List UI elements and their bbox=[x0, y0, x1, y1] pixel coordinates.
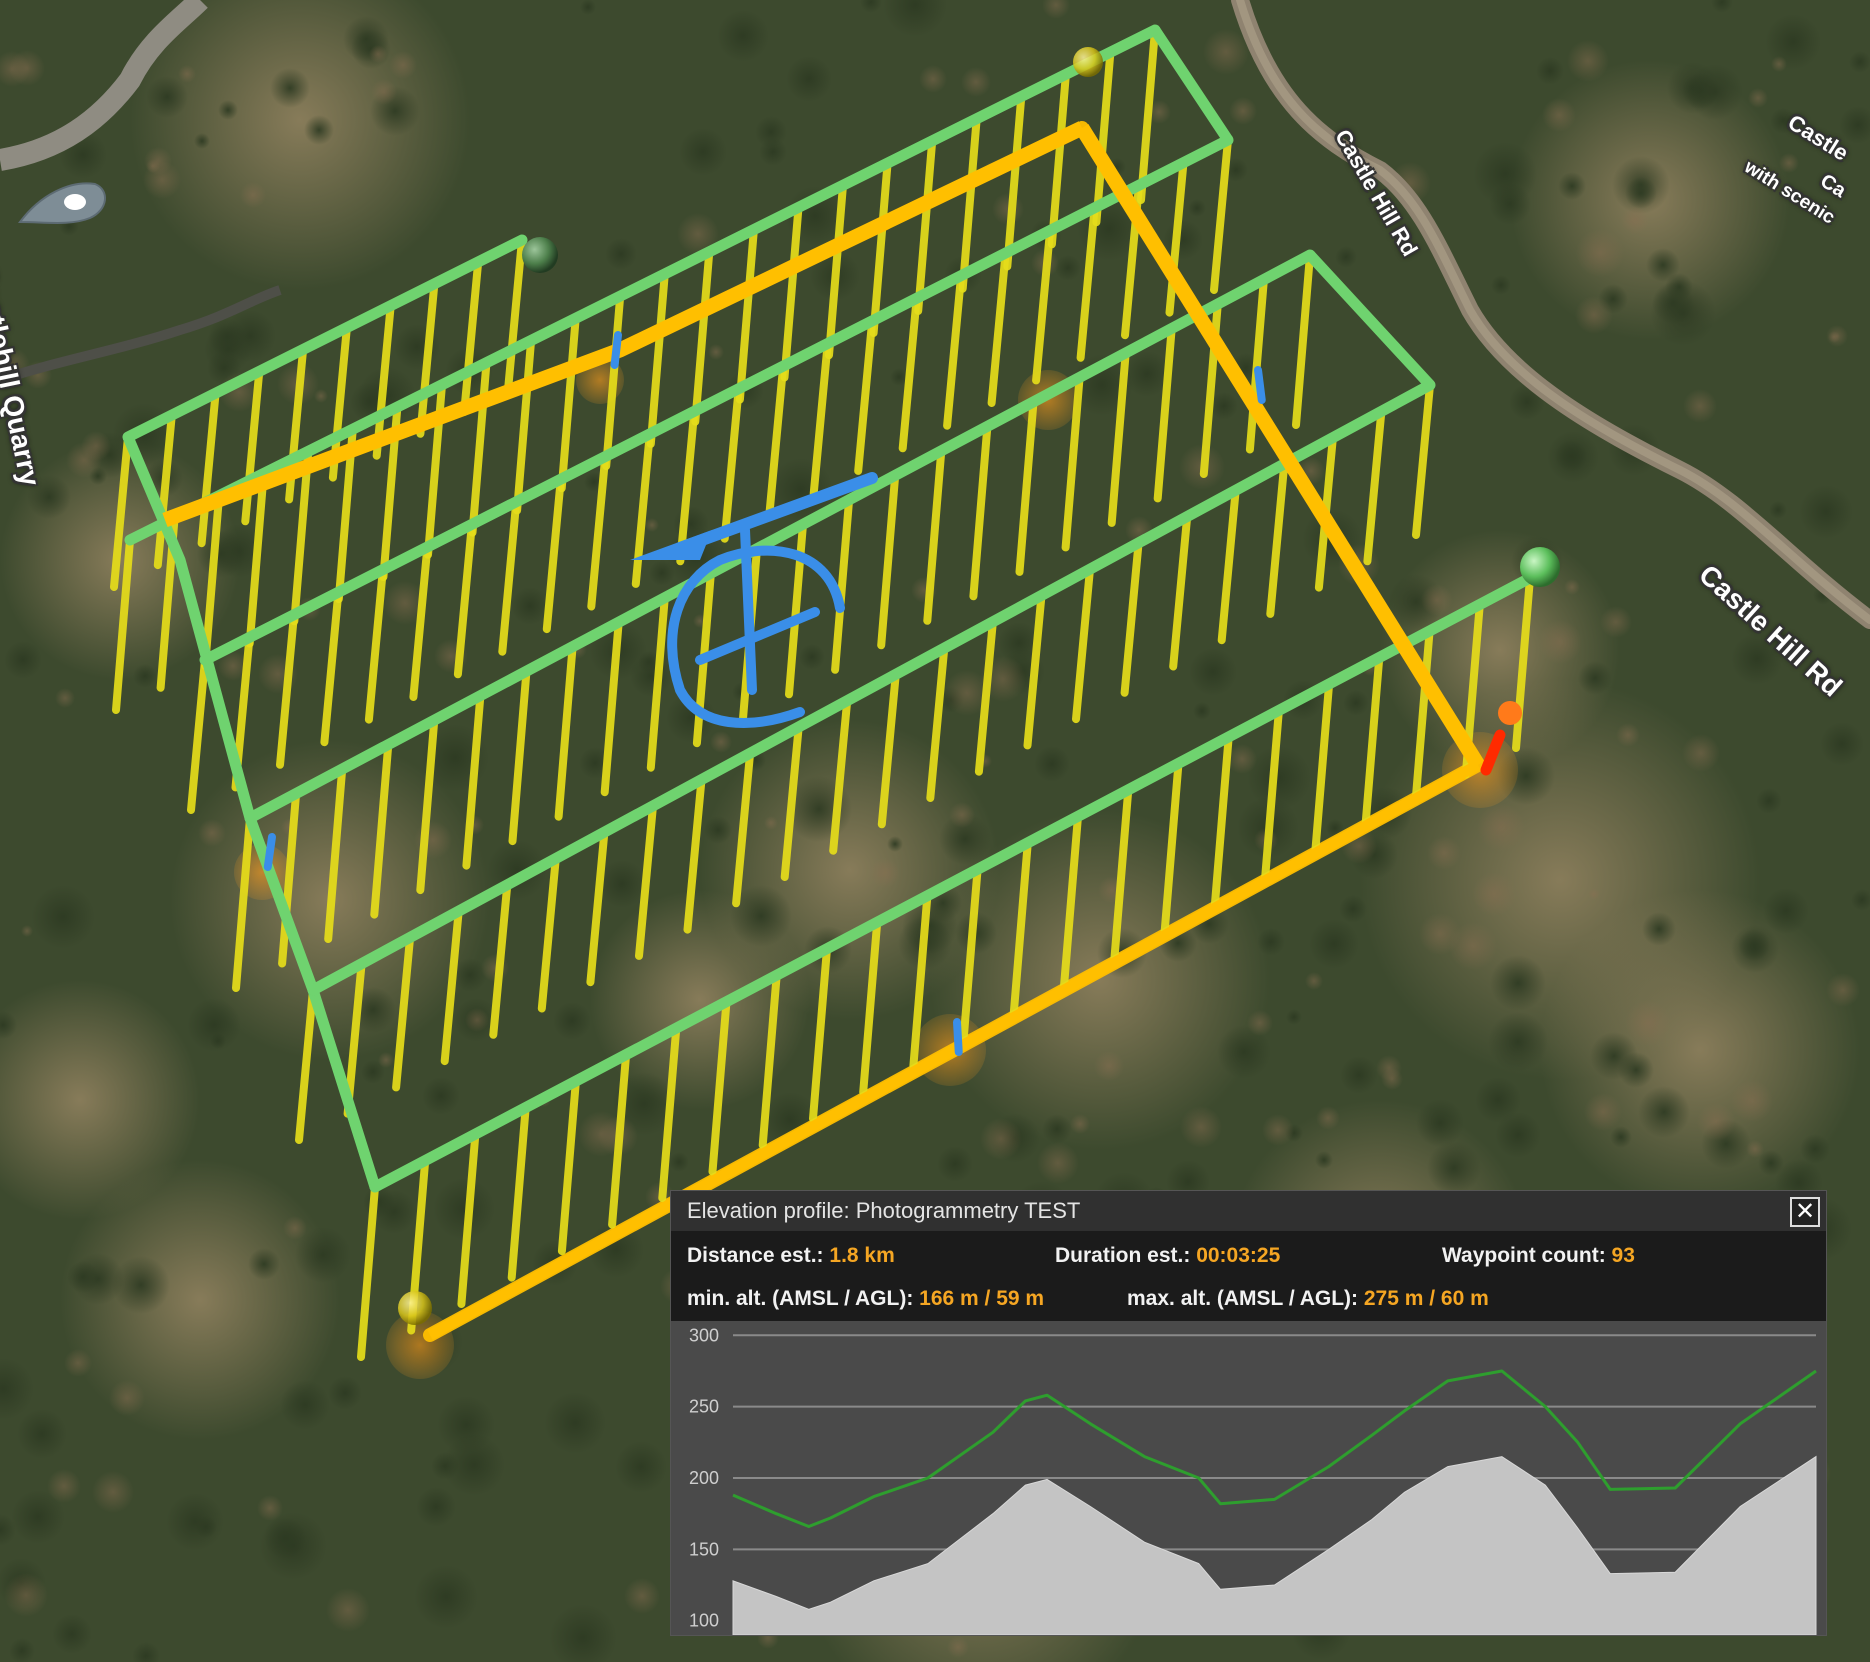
min-alt-stat: min. alt. (AMSL / AGL): 166 m / 59 m bbox=[687, 1284, 1044, 1314]
waypoint-sphere bbox=[398, 1291, 432, 1325]
waypoint-sphere bbox=[1073, 47, 1103, 77]
y-tick-label: 300 bbox=[689, 1325, 719, 1345]
panel-title: Elevation profile: Photogrammetry TEST bbox=[671, 1191, 1826, 1231]
duration-value: 00:03:25 bbox=[1196, 1244, 1281, 1267]
max-alt-label: max. alt. (AMSL / AGL): bbox=[1127, 1287, 1359, 1310]
waypoint-count-stat: Waypoint count: 93 bbox=[1442, 1241, 1635, 1271]
distance-label: Distance est.: bbox=[687, 1244, 824, 1267]
stats-row-2: min. alt. (AMSL / AGL): 166 m / 59 m max… bbox=[687, 1284, 1807, 1314]
close-icon[interactable]: ✕ bbox=[1790, 1197, 1820, 1227]
duration-stat: Duration est.: 00:03:25 bbox=[1055, 1241, 1280, 1271]
transect-end-sphere bbox=[1520, 547, 1560, 587]
elevation-chart[interactable]: 300 250 200 150 100 bbox=[671, 1321, 1826, 1635]
heading-marker bbox=[610, 331, 622, 369]
y-tick-label: 200 bbox=[689, 1468, 719, 1488]
waypoint-count-value: 93 bbox=[1611, 1244, 1635, 1267]
max-alt-value: 275 m / 60 m bbox=[1363, 1287, 1489, 1310]
transect-start-sphere bbox=[522, 237, 558, 273]
heading-marker bbox=[1254, 366, 1266, 404]
min-alt-value: 166 m / 59 m bbox=[919, 1287, 1045, 1310]
stats-row-1: Distance est.: 1.8 km Duration est.: 00:… bbox=[687, 1241, 1807, 1271]
heading-marker bbox=[953, 1018, 963, 1056]
heading-marker bbox=[263, 833, 276, 871]
y-tick-label: 250 bbox=[689, 1397, 719, 1417]
waypoint-count-label: Waypoint count: bbox=[1442, 1244, 1606, 1267]
min-alt-label: min. alt. (AMSL / AGL): bbox=[687, 1287, 914, 1310]
elevation-profile-panel: Elevation profile: Photogrammetry TEST ✕… bbox=[670, 1190, 1827, 1636]
y-tick-label: 150 bbox=[689, 1539, 719, 1559]
distance-value: 1.8 km bbox=[829, 1244, 895, 1267]
duration-label: Duration est.: bbox=[1055, 1244, 1191, 1267]
y-tick-label: 100 bbox=[689, 1611, 719, 1631]
distance-stat: Distance est.: 1.8 km bbox=[687, 1241, 895, 1271]
max-alt-stat: max. alt. (AMSL / AGL): 275 m / 60 m bbox=[1127, 1284, 1489, 1314]
start-marker-dot bbox=[1498, 701, 1522, 725]
